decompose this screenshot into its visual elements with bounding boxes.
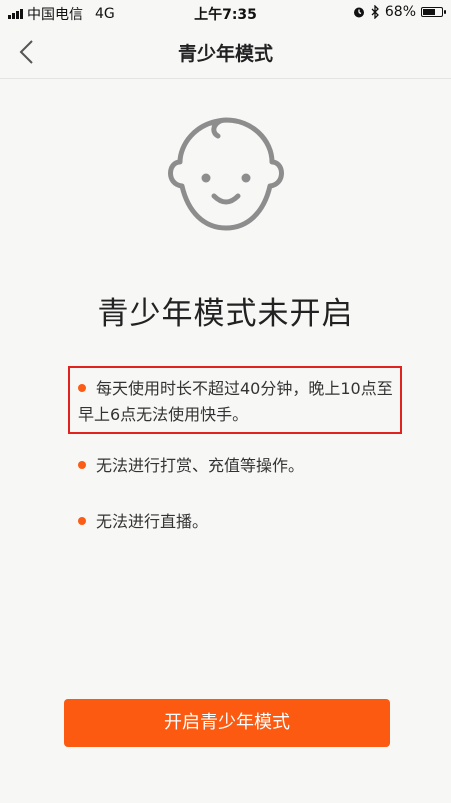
rule-text: 每天使用时长不超过40分钟，晚上10点至早上6点无法使用快手。 bbox=[78, 379, 393, 424]
rule-item: 无法进行直播。 bbox=[78, 509, 208, 535]
rule-text: 无法进行直播。 bbox=[96, 512, 209, 531]
rule-text: 无法进行打赏、充值等操作。 bbox=[96, 456, 305, 475]
status-headline: 青少年模式未开启 bbox=[97, 296, 354, 332]
page-title: 青少年模式 bbox=[177, 43, 273, 65]
status-bar: 中国电信 4G 上午7:35 68% bbox=[0, 0, 451, 26]
bluetooth-icon bbox=[371, 5, 379, 19]
baby-face-icon bbox=[168, 117, 284, 231]
bullet-dot bbox=[78, 517, 86, 525]
alarm-icon bbox=[353, 7, 364, 18]
bullet-dot bbox=[78, 384, 86, 392]
nav-bar: 青少年模式 bbox=[0, 26, 451, 79]
bullet-dot bbox=[78, 461, 86, 469]
rule-item: 无法进行打赏、充值等操作。 bbox=[78, 453, 304, 479]
battery-icon bbox=[421, 7, 446, 17]
enable-youth-mode-button[interactable]: 开启青少年模式 bbox=[64, 699, 390, 747]
battery-level bbox=[423, 9, 435, 15]
rule-item: 每天使用时长不超过40分钟，晚上10点至早上6点无法使用快手。 bbox=[78, 376, 398, 428]
battery-percent: 68% bbox=[384, 4, 416, 20]
status-right: 68% bbox=[352, 4, 446, 20]
